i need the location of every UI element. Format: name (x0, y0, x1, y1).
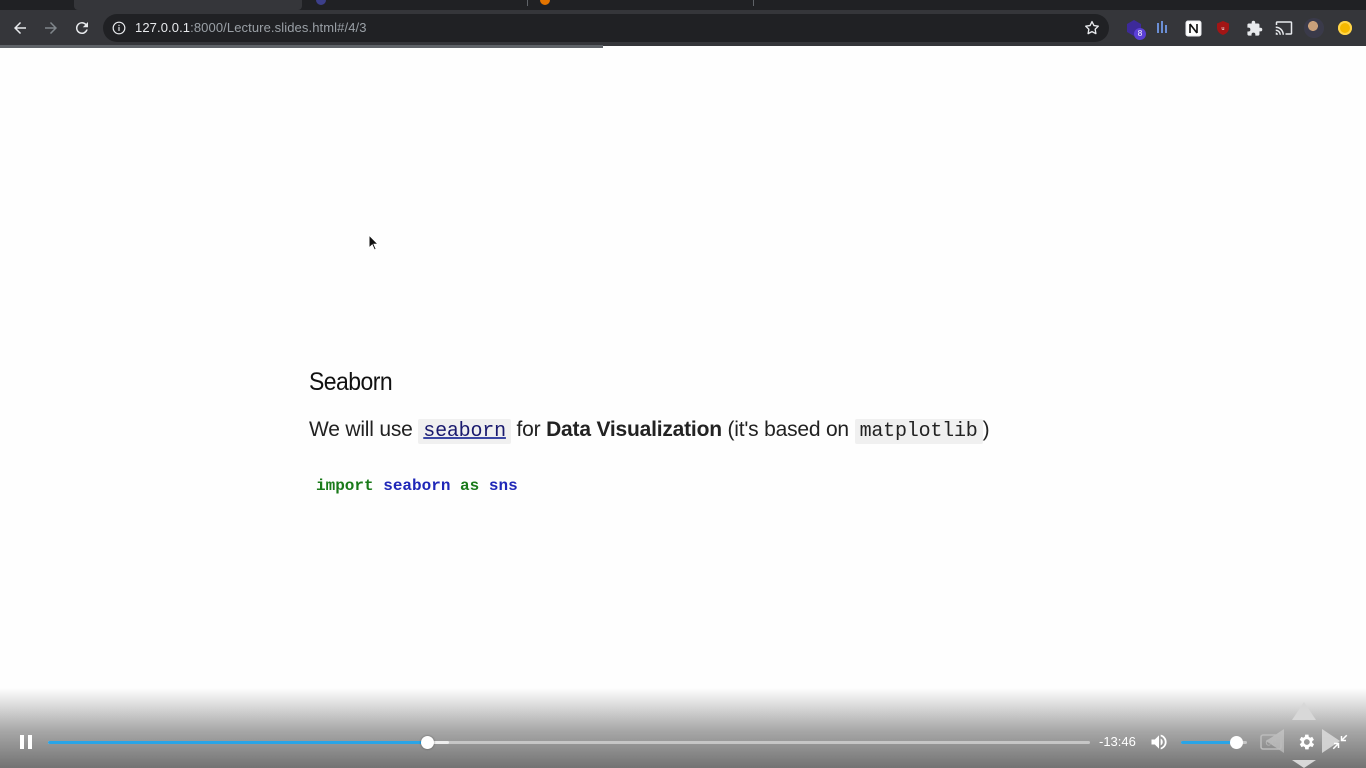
captions-button[interactable]: CC (1260, 732, 1282, 752)
svg-text:CC: CC (1265, 739, 1277, 748)
cast-icon (1275, 21, 1293, 35)
info-icon[interactable] (112, 21, 126, 35)
captions-icon: CC (1260, 734, 1282, 750)
seaborn-link[interactable]: seaborn (418, 419, 511, 444)
matplotlib-code: matplotlib (854, 419, 983, 444)
gear-icon (1299, 734, 1315, 750)
slide-nav-down-arrow[interactable] (1292, 760, 1316, 768)
slide-content: Seaborn We will use seaborn for Data Vis… (0, 48, 1366, 768)
avatar (1304, 18, 1324, 38)
forward-icon (45, 22, 57, 34)
slide-title: Seaborn (309, 368, 393, 396)
seek-bar[interactable] (48, 736, 1090, 749)
volume-button[interactable] (1148, 731, 1170, 753)
code-block: import seaborn as sns (316, 477, 518, 495)
bars-icon (1157, 21, 1167, 33)
mouse-cursor-icon (368, 234, 380, 251)
ublock-icon: u (1217, 21, 1229, 35)
text-segment: (it's based on (727, 418, 849, 441)
puzzle-icon (1246, 20, 1262, 36)
star-icon[interactable] (1083, 19, 1101, 37)
pause-icon (20, 735, 32, 749)
settings-button[interactable] (1296, 732, 1316, 752)
extensions-menu-button[interactable] (1244, 18, 1264, 38)
notion-icon (1185, 20, 1201, 36)
code-keyword: import (316, 477, 374, 495)
tab-favicon (540, 0, 550, 5)
forward-button[interactable] (37, 14, 65, 42)
slide-paragraph: We will use seaborn for Data Visualizati… (309, 418, 990, 444)
back-button[interactable] (6, 14, 34, 42)
extension-button[interactable]: u (1213, 18, 1233, 38)
seek-progress (48, 741, 428, 744)
tab-strip (0, 0, 1366, 10)
time-remaining: -13:46 (1099, 734, 1136, 749)
volume-handle[interactable] (1229, 736, 1243, 749)
extension-button[interactable] (1183, 18, 1203, 38)
extension-button[interactable]: 8 (1124, 18, 1146, 40)
url-host: 127.0.0.1 (135, 20, 191, 35)
tab-separator (753, 0, 754, 6)
volume-icon (1151, 734, 1167, 750)
browser-toolbar: 127.0.0.1:8000/Lecture.slides.html#/4/3 … (0, 10, 1366, 46)
bold-text: Data Visualization (546, 418, 722, 441)
cast-button[interactable] (1274, 18, 1294, 38)
address-bar[interactable]: 127.0.0.1:8000/Lecture.slides.html#/4/3 (103, 14, 1109, 42)
text-segment: for (516, 418, 541, 441)
url-text[interactable]: 127.0.0.1:8000/Lecture.slides.html#/4/3 (135, 20, 367, 35)
slide-nav-up-arrow[interactable] (1292, 702, 1316, 720)
extension-badge: 8 (1134, 28, 1146, 40)
text-segment: ) (982, 418, 990, 441)
volume-slider[interactable] (1181, 736, 1247, 749)
extension-button[interactable] (1153, 18, 1173, 38)
extension-button[interactable] (1335, 18, 1355, 38)
code-keyword: as (460, 477, 480, 495)
pause-button[interactable] (14, 730, 38, 754)
volume-level (1181, 741, 1236, 744)
exit-fullscreen-button[interactable] (1330, 732, 1350, 752)
back-icon (14, 22, 26, 34)
video-controls-bar (0, 688, 1366, 768)
svg-text:u: u (1221, 26, 1224, 32)
reload-icon (75, 22, 88, 35)
url-path: :8000/Lecture.slides.html#/4/3 (190, 20, 367, 35)
reload-button[interactable] (68, 14, 96, 42)
text-segment: We will use (309, 418, 413, 441)
code-alias: sns (488, 477, 518, 495)
tab-favicon (316, 0, 326, 5)
coin-icon (1338, 21, 1352, 35)
profile-avatar[interactable] (1304, 18, 1324, 38)
code-module: seaborn (383, 477, 451, 495)
exit-fullscreen-icon (1332, 734, 1348, 750)
tab-active[interactable] (74, 0, 302, 10)
tab-separator (527, 0, 528, 6)
